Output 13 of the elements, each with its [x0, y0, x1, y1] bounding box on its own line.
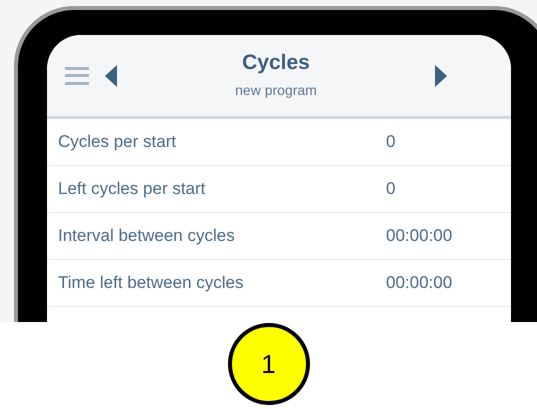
- page-title: Cycles: [242, 50, 310, 76]
- page-subtitle: new program: [235, 81, 317, 100]
- setting-label: Interval between cycles: [58, 225, 236, 248]
- setting-label: Time left between cycles: [58, 272, 244, 294]
- callout-marker: 1: [228, 323, 310, 405]
- setting-label: Left cycles per start: [58, 178, 206, 200]
- setting-value: 00:00:00: [386, 225, 452, 248]
- next-button[interactable]: [433, 64, 447, 86]
- setting-value: 00:00:00: [386, 272, 452, 294]
- setting-value: 0: [386, 178, 396, 200]
- setting-value: 0: [386, 131, 396, 154]
- previous-button[interactable]: [105, 64, 119, 86]
- setting-label: Cycles per start: [58, 131, 178, 154]
